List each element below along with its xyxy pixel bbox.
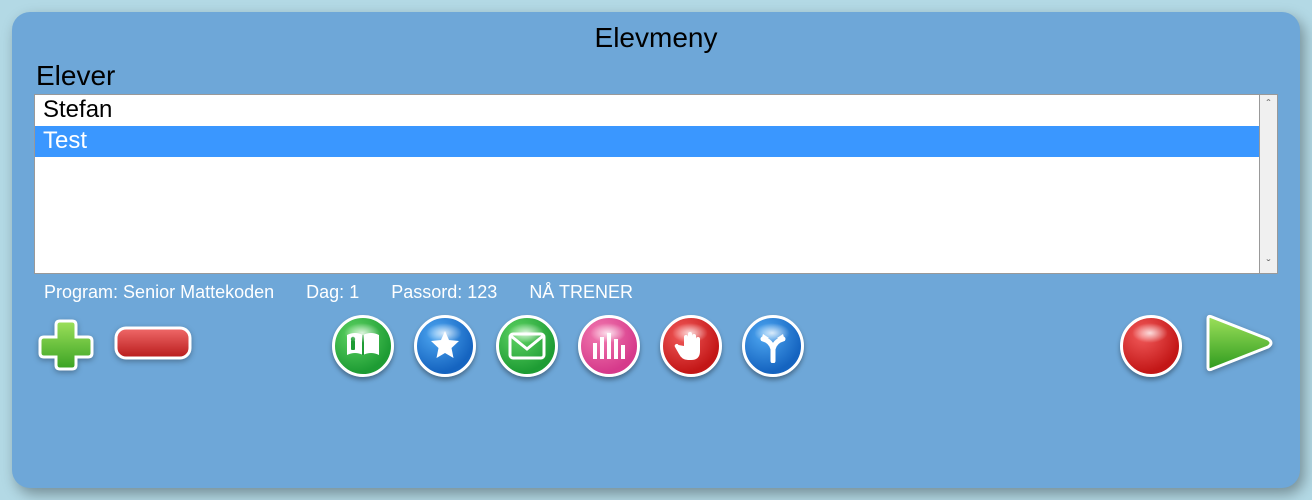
day-label: Dag: (306, 282, 344, 302)
student-list-container: StefanTest ˆ ˇ (34, 94, 1278, 274)
hand-button[interactable] (660, 315, 722, 377)
list-item[interactable]: Test (35, 126, 1259, 157)
book-button[interactable] (332, 315, 394, 377)
branch-icon (757, 329, 789, 363)
scroll-up-arrow-icon[interactable]: ˆ (1267, 97, 1271, 111)
record-icon (1141, 336, 1161, 356)
list-heading: Elever (36, 60, 1278, 92)
record-button[interactable] (1120, 315, 1182, 377)
book-icon (345, 331, 381, 361)
scroll-down-arrow-icon[interactable]: ˇ (1267, 257, 1271, 271)
student-list[interactable]: StefanTest (34, 94, 1260, 274)
plus-icon (38, 315, 94, 371)
password-value: 123 (467, 282, 497, 302)
day-status: Dag: 1 (306, 282, 359, 303)
password-status: Passord: 123 (391, 282, 497, 303)
envelope-icon (508, 332, 546, 360)
list-item[interactable]: Stefan (35, 95, 1259, 126)
panel-title: Elevmeny (34, 22, 1278, 54)
status-bar: Program: Senior Mattekoden Dag: 1 Passor… (34, 274, 1278, 313)
program-status: Program: Senior Mattekoden (44, 282, 274, 303)
toolbar (34, 313, 1278, 378)
hand-icon (674, 328, 708, 364)
equalizer-icon (592, 331, 626, 361)
password-label: Passord: (391, 282, 462, 302)
star-icon (428, 329, 462, 363)
star-button[interactable] (414, 315, 476, 377)
program-value: Senior Mattekoden (123, 282, 274, 302)
mail-button[interactable] (496, 315, 558, 377)
branch-button[interactable] (742, 315, 804, 377)
stats-button[interactable] (578, 315, 640, 377)
play-icon (1202, 313, 1274, 373)
training-label: NÅ TRENER (529, 282, 633, 303)
day-value: 1 (349, 282, 359, 302)
program-label: Program: (44, 282, 118, 302)
scrollbar[interactable]: ˆ ˇ (1260, 94, 1278, 274)
minus-icon (114, 326, 192, 360)
play-button[interactable] (1202, 313, 1274, 378)
remove-button[interactable] (114, 326, 192, 365)
elevmeny-panel: Elevmeny Elever StefanTest ˆ ˇ Program: … (12, 12, 1300, 488)
add-button[interactable] (38, 315, 94, 376)
